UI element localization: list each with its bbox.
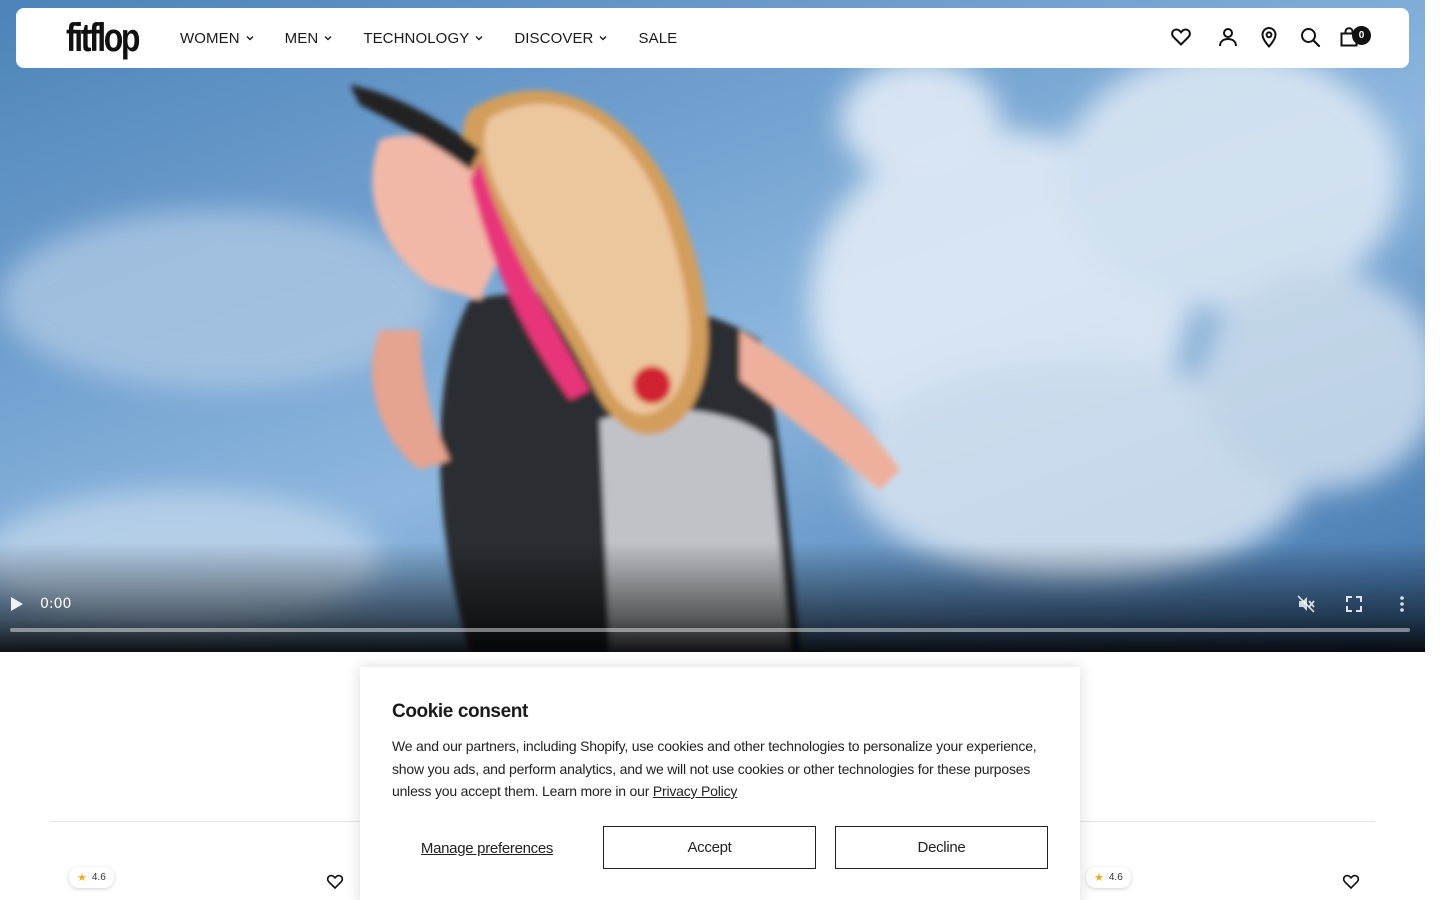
wishlist-heart-icon[interactable] bbox=[1342, 873, 1360, 890]
main-nav: WOMEN MEN TECHNOLOGY DISCOVER SALE bbox=[180, 8, 708, 68]
nav-technology-label: TECHNOLOGY bbox=[363, 29, 470, 47]
more-options-icon[interactable] bbox=[1394, 594, 1410, 614]
nav-women[interactable]: WOMEN bbox=[180, 30, 254, 47]
cookie-title: Cookie consent bbox=[392, 701, 528, 722]
nav-discover-label: DISCOVER bbox=[514, 29, 594, 47]
store-locator-icon[interactable] bbox=[1258, 26, 1280, 48]
cookie-consent-dialog: Cookie consent We and our partners, incl… bbox=[360, 667, 1080, 900]
fitflop-logo[interactable]: fitflop bbox=[66, 14, 140, 62]
chevron-down-icon bbox=[324, 36, 332, 41]
play-icon[interactable] bbox=[9, 595, 25, 613]
star-icon: ★ bbox=[77, 872, 87, 884]
chevron-down-icon bbox=[599, 36, 607, 41]
nav-men-label: MEN bbox=[284, 29, 319, 47]
wishlist-icon[interactable] bbox=[1170, 26, 1192, 48]
site-header: fitflop WOMEN MEN TECHNOLOGY DISCOVER SA… bbox=[16, 8, 1409, 68]
muted-icon[interactable] bbox=[1296, 594, 1316, 614]
nav-sale[interactable]: SALE bbox=[638, 30, 677, 47]
product-rating-badge: ★ 4.6 bbox=[69, 867, 114, 888]
account-icon[interactable] bbox=[1217, 26, 1239, 48]
fullscreen-icon[interactable] bbox=[1345, 595, 1363, 613]
star-icon: ★ bbox=[1094, 872, 1104, 884]
manage-preferences-button[interactable]: Manage preferences bbox=[392, 827, 582, 869]
nav-discover[interactable]: DISCOVER bbox=[514, 30, 607, 47]
search-icon[interactable] bbox=[1299, 26, 1321, 48]
nav-technology[interactable]: TECHNOLOGY bbox=[363, 30, 483, 47]
video-time: 0:00 bbox=[40, 596, 72, 612]
nav-men[interactable]: MEN bbox=[285, 30, 333, 47]
decline-button[interactable]: Decline bbox=[835, 826, 1048, 869]
product-rating-value: 4.6 bbox=[91, 872, 106, 883]
cookie-description: We and our partners, including Shopify, … bbox=[392, 735, 1052, 803]
nav-women-label: WOMEN bbox=[180, 29, 240, 47]
accept-button[interactable]: Accept bbox=[603, 826, 816, 869]
wishlist-heart-icon[interactable] bbox=[326, 873, 344, 890]
product-rating-value: 4.6 bbox=[1108, 872, 1123, 883]
chevron-down-icon bbox=[246, 36, 254, 41]
nav-sale-label: SALE bbox=[638, 29, 678, 47]
chevron-down-icon bbox=[475, 36, 483, 41]
product-rating-badge: ★ 4.6 bbox=[1086, 867, 1131, 888]
privacy-policy-link[interactable]: Privacy Policy bbox=[653, 783, 738, 799]
cart-count-badge: 0 bbox=[1352, 26, 1371, 45]
video-controls-shade bbox=[0, 542, 1425, 652]
hero-video[interactable]: 0:00 bbox=[0, 0, 1425, 652]
video-progress-bar[interactable] bbox=[10, 628, 1410, 632]
